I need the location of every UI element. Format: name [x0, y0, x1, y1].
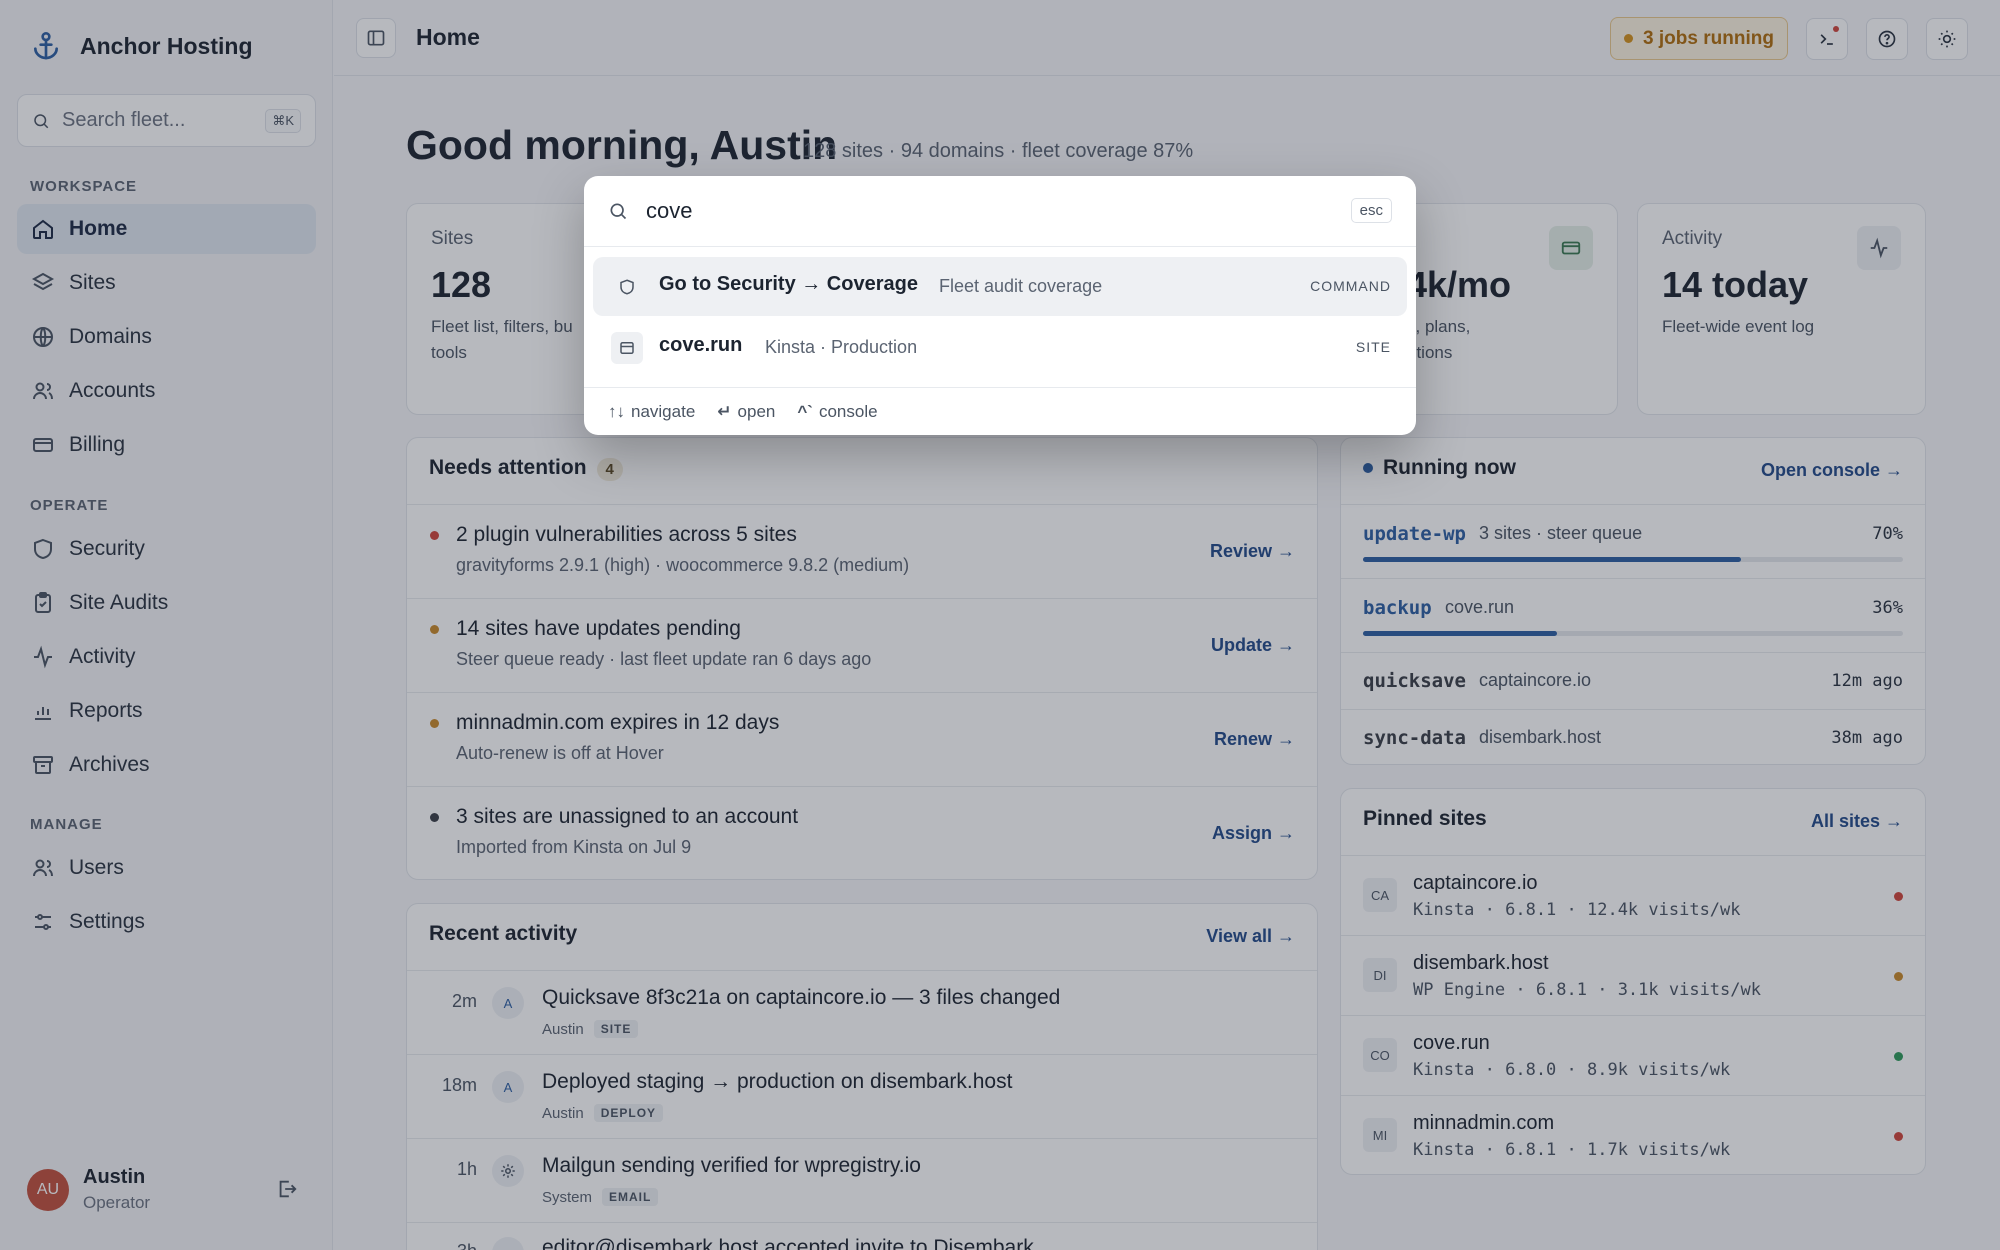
hint-navigate: ↑↓ navigate — [608, 401, 696, 421]
result-kind: SITE — [1355, 339, 1391, 355]
browser-icon — [611, 332, 643, 364]
palette-result-site[interactable]: cove.run Kinsta · Production SITE — [593, 318, 1407, 377]
result-kind: COMMAND — [1310, 278, 1391, 294]
hint-open: ↵ open — [717, 401, 776, 421]
hint-console: ^` console — [797, 401, 878, 421]
result-sub: Fleet audit coverage — [939, 276, 1103, 296]
search-icon — [610, 203, 627, 220]
palette-search-input[interactable]: cove esc — [584, 176, 1416, 247]
shield-icon — [611, 271, 643, 303]
esc-key-hint[interactable]: esc — [1350, 198, 1392, 223]
command-palette: cove esc Go to Security → Coverage Fleet… — [584, 176, 1416, 435]
palette-result-command[interactable]: Go to Security → Coverage Fleet audit co… — [593, 257, 1407, 316]
result-title: Go to Security → Coverage — [659, 273, 918, 295]
result-title: cove.run — [659, 334, 743, 356]
result-sub: Kinsta · Production — [765, 337, 918, 357]
palette-footer: ↑↓ navigate ↵ open ^` console — [584, 387, 1416, 435]
palette-query: cove — [646, 198, 693, 223]
